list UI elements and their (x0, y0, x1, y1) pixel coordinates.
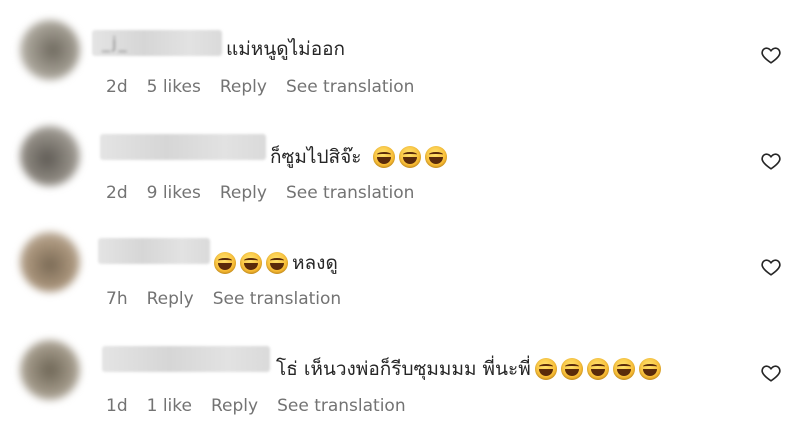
comment-text-row: แม่หนูดูไม่ออก (226, 34, 345, 64)
reply-button[interactable]: Reply (220, 183, 267, 203)
comment-item: หลงดู 7h Reply See translation (0, 212, 800, 318)
heart-outline-icon[interactable] (760, 150, 782, 172)
face-with-tears-of-joy-emoji (638, 358, 661, 381)
comment-time[interactable]: 1d (106, 396, 128, 416)
comment-text: แม่หนูดูไม่ออก (226, 38, 346, 60)
emoji-group (533, 358, 663, 381)
heart-outline-icon[interactable] (760, 362, 782, 384)
comment-item: โธ่ เห็นวงพ่อก็รีบซุมมมม พี่นะพี่ 1d 1 l… (0, 318, 800, 424)
comment-likes[interactable]: 5 likes (147, 77, 201, 97)
comment-meta: 2d 5 likes Reply See translation (106, 77, 414, 97)
username-text: _j_ (102, 33, 129, 52)
reply-button[interactable]: Reply (220, 77, 267, 97)
face-with-tears-of-joy-emoji (560, 358, 583, 381)
comment-text: หลงดู (292, 252, 338, 274)
username-blurred[interactable] (100, 134, 266, 160)
comment-likes[interactable]: 9 likes (147, 183, 201, 203)
see-translation-button[interactable]: See translation (277, 396, 406, 416)
face-with-tears-of-joy-emoji (373, 146, 396, 169)
face-with-tears-of-joy-emoji (586, 358, 609, 381)
avatar[interactable] (20, 20, 80, 80)
avatar[interactable] (20, 126, 80, 186)
comment-likes[interactable]: 1 like (147, 396, 192, 416)
comment-text: ก็ซูมไปสิจ๊ะ (270, 146, 362, 168)
comment-time[interactable]: 2d (106, 183, 128, 203)
face-with-tears-of-joy-emoji (240, 252, 262, 275)
comment-text-row: ก็ซูมไปสิจ๊ะ (270, 142, 449, 172)
username-blurred[interactable] (102, 346, 270, 372)
emoji-group (212, 252, 290, 275)
comment-meta: 7h Reply See translation (106, 289, 341, 309)
comment-text-row: หลงดู (212, 248, 338, 278)
see-translation-button[interactable]: See translation (286, 183, 415, 203)
reply-button[interactable]: Reply (211, 396, 258, 416)
reply-button[interactable]: Reply (147, 289, 194, 309)
face-with-tears-of-joy-emoji (399, 146, 422, 169)
username-blurred[interactable]: _j_ (92, 30, 222, 56)
face-with-tears-of-joy-emoji (534, 358, 557, 381)
see-translation-button[interactable]: See translation (286, 77, 415, 97)
avatar[interactable] (20, 340, 80, 400)
comment-text: โธ่ เห็นวงพ่อก็รีบซุมมมม พี่นะพี่ (276, 358, 531, 380)
comment-time[interactable]: 7h (106, 289, 128, 309)
face-with-tears-of-joy-emoji (425, 146, 448, 169)
comment-meta: 2d 9 likes Reply See translation (106, 183, 414, 203)
face-with-tears-of-joy-emoji (266, 252, 288, 275)
see-translation-button[interactable]: See translation (213, 289, 342, 309)
comment-item: _j_ แม่หนูดูไม่ออก 2d 5 likes Reply See … (0, 0, 800, 106)
comment-time[interactable]: 2d (106, 77, 128, 97)
heart-outline-icon[interactable] (760, 256, 782, 278)
heart-outline-icon[interactable] (760, 44, 782, 66)
face-with-tears-of-joy-emoji (214, 252, 236, 275)
face-with-tears-of-joy-emoji (612, 358, 635, 381)
emoji-group (371, 146, 449, 169)
avatar[interactable] (20, 232, 80, 292)
comment-meta: 1d 1 like Reply See translation (106, 396, 406, 416)
username-blurred[interactable] (98, 238, 210, 264)
comment-text-row: โธ่ เห็นวงพ่อก็รีบซุมมมม พี่นะพี่ (276, 354, 663, 384)
comment-item: ก็ซูมไปสิจ๊ะ 2d 9 likes Reply See transl… (0, 106, 800, 212)
